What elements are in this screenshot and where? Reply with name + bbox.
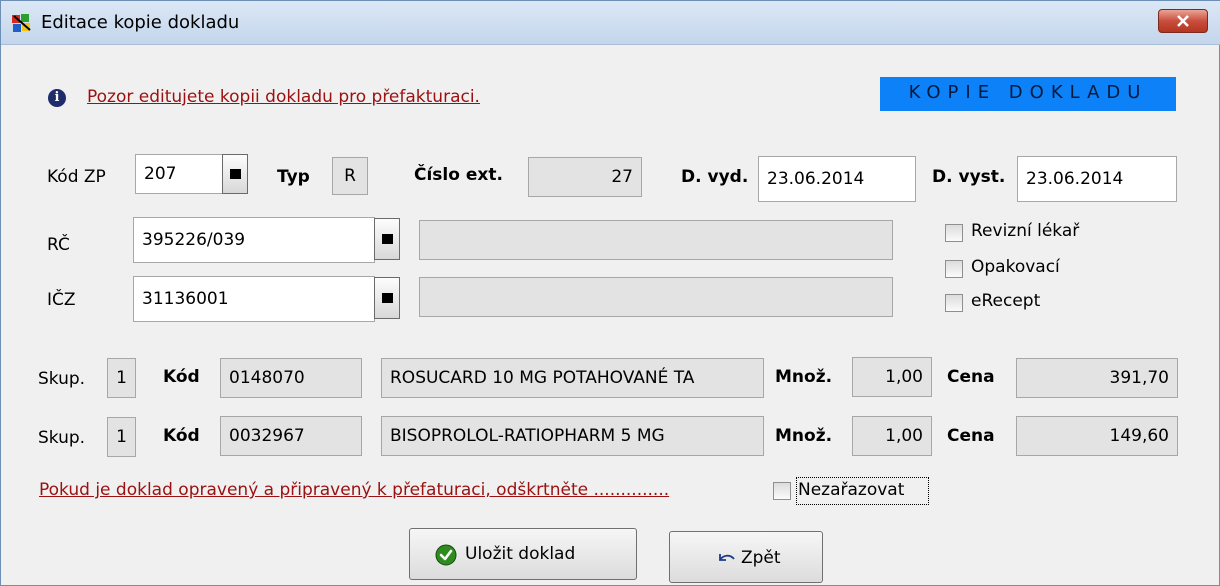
close-button[interactable] bbox=[1158, 9, 1208, 33]
reinvoice-note: Pokud je doklad opravený a připravený k … bbox=[39, 480, 670, 500]
mnoz-field: 1,00 bbox=[852, 357, 932, 397]
skup-label: Skup. bbox=[38, 369, 86, 389]
typ-field: R bbox=[332, 157, 368, 195]
cena-label: Cena bbox=[947, 367, 995, 387]
opakovaci-label: Opakovací bbox=[971, 257, 1060, 277]
mnoz-field: 1,00 bbox=[852, 416, 932, 456]
save-button[interactable]: Uložit doklad bbox=[409, 528, 637, 580]
nezarazovat-checkbox[interactable] bbox=[773, 482, 791, 500]
opakovaci-checkbox[interactable] bbox=[945, 260, 963, 278]
erecept-label: eRecept bbox=[971, 291, 1041, 311]
skup-field: 1 bbox=[107, 417, 136, 457]
typ-label: Typ bbox=[277, 167, 310, 187]
kod-zp-label: Kód ZP bbox=[47, 167, 106, 187]
save-button-label: Uložit doklad bbox=[465, 544, 576, 564]
title-bar[interactable]: Editace kopie dokladu bbox=[1, 1, 1220, 45]
back-button-label: Zpět bbox=[741, 548, 781, 568]
rc-label: RČ bbox=[47, 235, 70, 255]
kod-label: Kód bbox=[163, 367, 200, 387]
revizni-lekar-label: Revizní lékař bbox=[971, 221, 1080, 241]
chevron-down-icon bbox=[382, 293, 393, 303]
erecept-checkbox[interactable] bbox=[945, 294, 963, 312]
skup-label: Skup. bbox=[38, 428, 86, 448]
nezarazovat-label: Nezařazovat bbox=[798, 480, 905, 500]
chevron-down-icon bbox=[230, 169, 241, 179]
rc-select[interactable]: 395226/039 bbox=[133, 217, 375, 263]
d-vyd-input[interactable]: 23.06.2014 bbox=[758, 156, 916, 202]
dialog-window: Editace kopie dokladu i Pozor editujete … bbox=[0, 0, 1220, 586]
warning-message: Pozor editujete kopii dokladu pro přefak… bbox=[87, 87, 480, 107]
cena-field: 391,70 bbox=[1016, 358, 1178, 398]
item-name-field: ROSUCARD 10 MG POTAHOVANÉ TA bbox=[381, 358, 764, 398]
kod-zp-dropdown-button[interactable] bbox=[222, 154, 248, 194]
rc-dropdown-button[interactable] bbox=[374, 218, 400, 260]
d-vyst-input[interactable]: 23.06.2014 bbox=[1017, 156, 1177, 202]
close-icon bbox=[1177, 15, 1189, 27]
d-vyst-label: D. vyst. bbox=[932, 167, 1006, 187]
back-button[interactable]: Zpět bbox=[669, 531, 823, 583]
cislo-ext-label: Číslo ext. bbox=[414, 165, 503, 185]
kod-zp-select[interactable]: 207 bbox=[135, 154, 223, 194]
copy-banner: KOPIE DOKLADU bbox=[880, 77, 1176, 111]
revizni-lekar-checkbox[interactable] bbox=[945, 224, 963, 242]
icz-detail-field bbox=[419, 277, 893, 317]
icz-dropdown-button[interactable] bbox=[374, 277, 400, 319]
item-name-field: BISOPROLOL-RATIOPHARM 5 MG bbox=[381, 416, 764, 456]
skup-field: 1 bbox=[107, 358, 136, 398]
mnoz-label: Množ. bbox=[775, 367, 833, 387]
kod-field: 0148070 bbox=[220, 358, 362, 398]
cislo-ext-field: 27 bbox=[528, 157, 642, 197]
check-circle-icon bbox=[435, 544, 457, 566]
window-title: Editace kopie dokladu bbox=[41, 12, 240, 33]
icz-label: IČZ bbox=[47, 290, 76, 310]
rc-detail-field bbox=[419, 220, 893, 260]
cena-field: 149,60 bbox=[1016, 416, 1178, 456]
info-icon: i bbox=[48, 89, 66, 107]
icz-select[interactable]: 31136001 bbox=[133, 276, 375, 322]
kod-label: Kód bbox=[163, 426, 200, 446]
mnoz-label: Množ. bbox=[775, 426, 833, 446]
app-icon bbox=[12, 14, 31, 32]
cena-label: Cena bbox=[947, 426, 995, 446]
kod-field: 0032967 bbox=[220, 416, 362, 456]
chevron-down-icon bbox=[382, 234, 393, 244]
undo-arrow-icon bbox=[719, 554, 735, 561]
d-vyd-label: D. vyd. bbox=[681, 167, 749, 187]
